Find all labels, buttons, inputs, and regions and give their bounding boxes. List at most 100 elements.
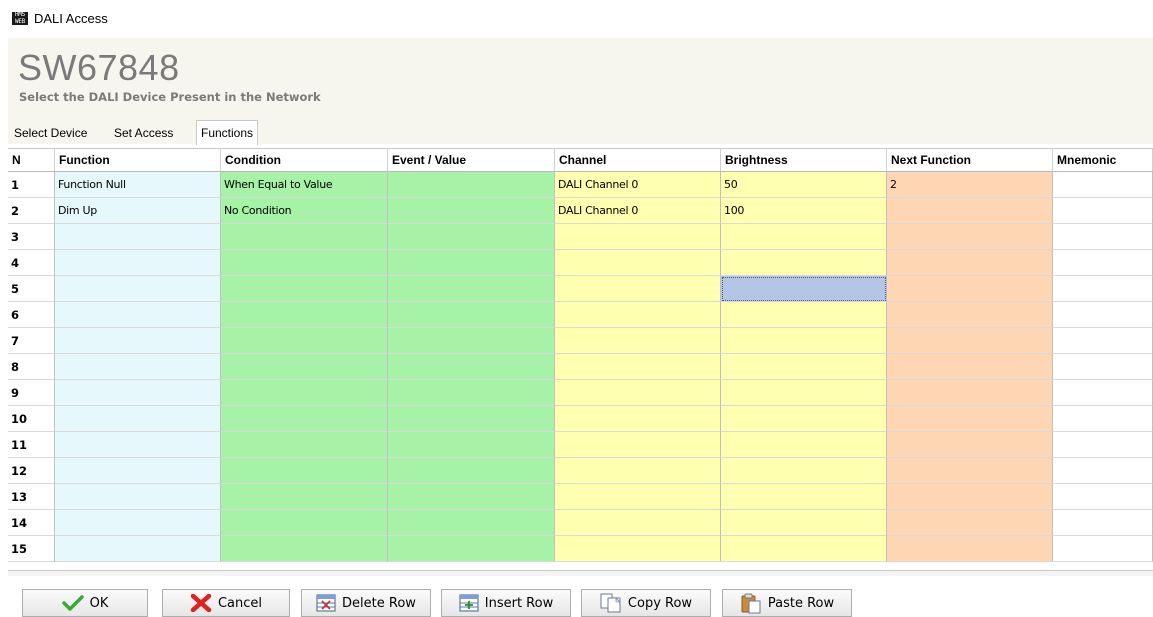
cell-brightness[interactable]: 50 — [721, 172, 887, 198]
cell-condition[interactable] — [221, 354, 388, 380]
cell-channel[interactable] — [555, 276, 721, 302]
cell-event-value[interactable] — [388, 172, 555, 198]
tab-select-device[interactable]: Select Device — [10, 123, 91, 143]
cell-function[interactable] — [55, 510, 221, 536]
cell-next-function[interactable] — [887, 250, 1053, 276]
copy-row-button[interactable]: Copy Row — [581, 589, 711, 617]
cell-event-value[interactable] — [388, 380, 555, 406]
cell-function[interactable]: Function Null — [55, 172, 221, 198]
cell-event-value[interactable] — [388, 302, 555, 328]
cell-event-value[interactable] — [388, 432, 555, 458]
cell-function[interactable] — [55, 276, 221, 302]
cell-next-function[interactable] — [887, 380, 1053, 406]
cell-brightness[interactable] — [721, 354, 887, 380]
cell-mnemonic[interactable] — [1053, 432, 1153, 458]
cell-next-function[interactable] — [887, 302, 1053, 328]
cell-function[interactable] — [55, 354, 221, 380]
cell-mnemonic[interactable] — [1053, 536, 1153, 562]
cell-condition[interactable] — [221, 458, 388, 484]
tab-set-access[interactable]: Set Access — [110, 123, 177, 143]
cell-next-function[interactable] — [887, 328, 1053, 354]
cell-mnemonic[interactable] — [1053, 354, 1153, 380]
cell-condition[interactable] — [221, 432, 388, 458]
cell-channel[interactable] — [555, 224, 721, 250]
cell-brightness[interactable] — [721, 380, 887, 406]
cell-brightness[interactable] — [721, 224, 887, 250]
cell-function[interactable] — [55, 536, 221, 562]
cell-event-value[interactable] — [388, 276, 555, 302]
cell-condition[interactable]: When Equal to Value — [221, 172, 388, 198]
cell-condition[interactable] — [221, 224, 388, 250]
cell-brightness[interactable] — [721, 250, 887, 276]
cell-event-value[interactable] — [388, 536, 555, 562]
cell-condition[interactable] — [221, 328, 388, 354]
cell-next-function[interactable] — [887, 458, 1053, 484]
cell-function[interactable] — [55, 406, 221, 432]
cell-function[interactable] — [55, 302, 221, 328]
cell-brightness[interactable] — [721, 276, 887, 302]
cell-channel[interactable]: DALI Channel 0 — [555, 198, 721, 224]
cell-function[interactable] — [55, 458, 221, 484]
cell-brightness[interactable] — [721, 302, 887, 328]
cell-function[interactable] — [55, 484, 221, 510]
cell-channel[interactable] — [555, 432, 721, 458]
cell-brightness[interactable] — [721, 484, 887, 510]
cell-condition[interactable]: No Condition — [221, 198, 388, 224]
cell-channel[interactable] — [555, 458, 721, 484]
column-header-next-function[interactable]: Next Function — [887, 149, 1053, 171]
cell-next-function[interactable] — [887, 484, 1053, 510]
cell-channel[interactable] — [555, 406, 721, 432]
cell-function[interactable] — [55, 250, 221, 276]
cell-function[interactable] — [55, 380, 221, 406]
ok-button[interactable]: OK — [22, 589, 148, 617]
cell-mnemonic[interactable] — [1053, 510, 1153, 536]
cell-next-function[interactable] — [887, 276, 1053, 302]
cell-condition[interactable] — [221, 510, 388, 536]
cell-channel[interactable] — [555, 250, 721, 276]
cell-brightness[interactable] — [721, 328, 887, 354]
cell-brightness[interactable] — [721, 432, 887, 458]
cell-next-function[interactable] — [887, 406, 1053, 432]
cell-condition[interactable] — [221, 536, 388, 562]
cell-event-value[interactable] — [388, 406, 555, 432]
insert-row-button[interactable]: Insert Row — [441, 589, 571, 617]
cell-next-function[interactable]: 2 — [887, 172, 1053, 198]
table-scrollbar[interactable] — [8, 570, 1153, 576]
cell-mnemonic[interactable] — [1053, 328, 1153, 354]
column-header-event-value[interactable]: Event / Value — [388, 149, 555, 171]
cell-mnemonic[interactable] — [1053, 406, 1153, 432]
cell-condition[interactable] — [221, 484, 388, 510]
cell-mnemonic[interactable] — [1053, 458, 1153, 484]
cell-event-value[interactable] — [388, 224, 555, 250]
cell-event-value[interactable] — [388, 250, 555, 276]
cell-channel[interactable] — [555, 380, 721, 406]
cell-condition[interactable] — [221, 406, 388, 432]
cell-condition[interactable] — [221, 250, 388, 276]
cell-channel[interactable] — [555, 328, 721, 354]
cell-next-function[interactable] — [887, 198, 1053, 224]
delete-row-button[interactable]: Delete Row — [301, 589, 431, 617]
column-header-number[interactable]: N — [8, 149, 55, 171]
cell-condition[interactable] — [221, 276, 388, 302]
cell-mnemonic[interactable] — [1053, 224, 1153, 250]
cell-next-function[interactable] — [887, 354, 1053, 380]
cell-next-function[interactable] — [887, 510, 1053, 536]
column-header-channel[interactable]: Channel — [555, 149, 721, 171]
cell-event-value[interactable] — [388, 484, 555, 510]
cancel-button[interactable]: Cancel — [162, 589, 290, 617]
cell-event-value[interactable] — [388, 198, 555, 224]
cell-function[interactable]: Dim Up — [55, 198, 221, 224]
cell-channel[interactable] — [555, 510, 721, 536]
cell-event-value[interactable] — [388, 328, 555, 354]
cell-next-function[interactable] — [887, 432, 1053, 458]
cell-condition[interactable] — [221, 380, 388, 406]
cell-brightness[interactable]: 100 — [721, 198, 887, 224]
cell-next-function[interactable] — [887, 224, 1053, 250]
cell-function[interactable] — [55, 432, 221, 458]
cell-mnemonic[interactable] — [1053, 380, 1153, 406]
cell-brightness[interactable] — [721, 458, 887, 484]
cell-brightness[interactable] — [721, 536, 887, 562]
cell-channel[interactable] — [555, 302, 721, 328]
cell-channel[interactable]: DALI Channel 0 — [555, 172, 721, 198]
cell-function[interactable] — [55, 224, 221, 250]
